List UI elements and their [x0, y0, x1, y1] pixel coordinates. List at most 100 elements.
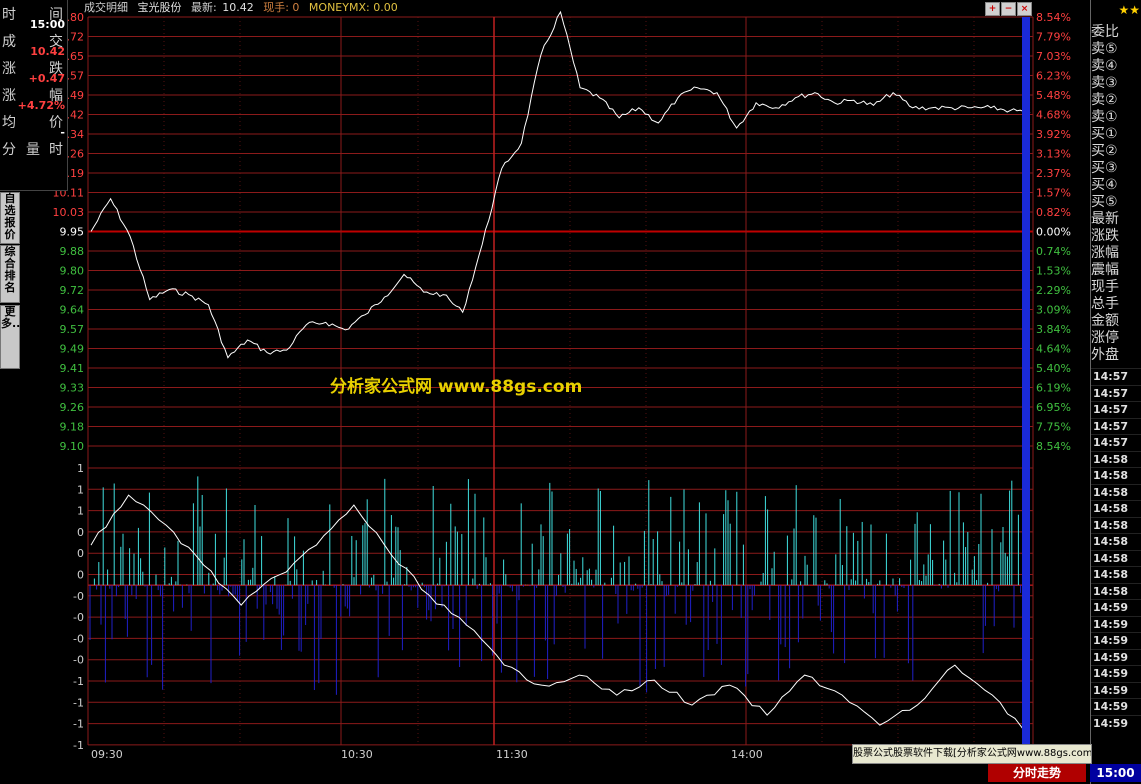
add-icon[interactable]: + — [985, 2, 1000, 16]
star-icon[interactable]: ★★ — [1118, 3, 1140, 17]
volume-tick-label: -1 — [73, 739, 84, 752]
summary-row: 量分 时 — [0, 139, 67, 161]
summary-label: 量 — [26, 142, 40, 158]
percent-tick-label: 0.82% — [1036, 206, 1071, 219]
summary-label: 时 — [2, 7, 16, 23]
detail-label: 最新 — [1091, 211, 1119, 227]
price-tick-label: 9.18 — [60, 421, 85, 434]
trade-time: 14:57 — [1091, 401, 1141, 418]
percent-tick-label: 8.54% — [1036, 440, 1071, 453]
side-tab[interactable]: 综合排名 — [0, 245, 20, 303]
trade-time: 14:59 — [1091, 698, 1141, 715]
trade-time: 14:57 — [1091, 368, 1141, 385]
time-tick-label: 09:30 — [91, 748, 123, 761]
close-icon[interactable]: × — [1017, 2, 1032, 16]
tab-trend[interactable]: 分时走势 — [988, 764, 1086, 782]
summary-value: +4.72% — [17, 99, 65, 112]
time-tick-label: 10:30 — [341, 748, 373, 761]
time-tick-label: 14:00 — [731, 748, 763, 761]
detail-label: 卖③ — [1091, 75, 1118, 91]
trade-time: 14:59 — [1091, 681, 1141, 699]
volume-tick-label: 1 — [77, 483, 84, 496]
detail-label: 卖⑤ — [1091, 41, 1118, 57]
summary-value: 15:00 — [29, 18, 65, 31]
percent-tick-label: 2.37% — [1036, 167, 1071, 180]
price-line — [90, 10, 1031, 359]
percent-tick-label: 1.57% — [1036, 187, 1071, 200]
quote-summary-panel: 时间 15:00 成交 10.42 涨跌 +0.47 涨幅 +4.72% 均价 - 量分 时 — [0, 0, 68, 191]
percent-tick-label: 6.95% — [1036, 401, 1071, 414]
trade-time: 14:58 — [1091, 483, 1141, 501]
price-tick-label: 9.72 — [60, 284, 85, 297]
volume-tick-label: -0 — [73, 590, 84, 603]
percent-tick-label: 0.00% — [1036, 226, 1071, 239]
summary-row: 成交 10.42 — [0, 31, 67, 58]
trade-time: 14:59 — [1091, 648, 1141, 666]
summary-value: - — [60, 126, 65, 139]
detail-label: 涨停 — [1091, 330, 1119, 346]
percent-tick-label: 6.23% — [1036, 70, 1071, 83]
percent-tick-label: 7.03% — [1036, 50, 1071, 63]
side-tab[interactable]: 更多... — [0, 305, 25, 369]
price-tick-label: 9.80 — [60, 265, 85, 278]
price-tick-label: 10.03 — [53, 206, 85, 219]
percent-tick-label: 3.09% — [1036, 304, 1071, 317]
side-tab[interactable]: 自选报价 — [0, 192, 20, 244]
percent-tick-label: 0.74% — [1036, 245, 1071, 258]
percent-tick-label: 7.75% — [1036, 421, 1071, 434]
detail-label: 卖② — [1091, 92, 1118, 108]
volume-tick-label: -1 — [73, 675, 84, 688]
detail-label: 卖④ — [1091, 58, 1118, 74]
detail-label: 外盘 — [1091, 347, 1119, 363]
trade-time: 14:58 — [1091, 533, 1141, 550]
detail-label: 震幅 — [1091, 262, 1119, 278]
watermark: 分析家公式网 www.88gs.com — [330, 377, 583, 397]
summary-label: 均 — [2, 115, 16, 131]
trade-time: 14:58 — [1091, 516, 1141, 534]
volume-tick-label: 1 — [77, 505, 84, 518]
summary-row: 时间 15:00 — [0, 4, 67, 31]
trade-time: 14:57 — [1091, 417, 1141, 435]
trade-time: 14:58 — [1091, 467, 1141, 484]
cursor-bar — [1022, 17, 1030, 745]
volume-tick-label: -1 — [73, 718, 84, 731]
trade-time: 14:58 — [1091, 500, 1141, 517]
summary-label: 分 — [2, 142, 16, 158]
price-tick-label: 9.33 — [60, 382, 85, 395]
trade-time: 14:57 — [1091, 384, 1141, 402]
header-indicator: MONEYMX: 0.00 — [308, 1, 398, 14]
detail-label: 委比 — [1091, 24, 1119, 40]
summary-label: 涨 — [2, 88, 16, 104]
percent-tick-label: 6.19% — [1036, 382, 1071, 395]
header-stock-name: 宝光股份 — [137, 1, 182, 14]
summary-value: +0.47 — [28, 72, 65, 85]
minimize-icon[interactable]: − — [1001, 2, 1016, 16]
header-title: 成交明细 — [84, 1, 128, 14]
summary-value: 10.42 — [30, 45, 65, 58]
percent-tick-label: 4.64% — [1036, 343, 1071, 356]
detail-label: 现手 — [1091, 279, 1119, 295]
summary-row: 均价- — [0, 112, 67, 139]
indicator-line — [90, 494, 1023, 729]
percent-tick-label: 5.48% — [1036, 89, 1071, 102]
price-tick-label: 9.41 — [60, 362, 85, 375]
price-tick-label: 9.64 — [60, 304, 85, 317]
tab-time[interactable]: 15:00 — [1090, 764, 1141, 782]
percent-tick-label: 3.13% — [1036, 148, 1071, 161]
price-tick-label: 9.26 — [60, 401, 85, 414]
price-tick-label: 9.88 — [60, 245, 85, 258]
percent-tick-label: 3.84% — [1036, 323, 1071, 336]
ad-bar[interactable]: 股票公式股票软件下载[分析家公式网www.88gs.com] — [852, 744, 1092, 764]
trade-time: 14:57 — [1091, 434, 1141, 451]
volume-tick-label: 0 — [77, 526, 84, 539]
price-tick-label: 9.57 — [60, 323, 85, 336]
percent-tick-label: 7.79% — [1036, 31, 1071, 44]
volume-tick-label: -0 — [73, 654, 84, 667]
header-current-hand: 现手: 0 — [263, 1, 300, 14]
percent-tick-label: 4.68% — [1036, 109, 1071, 122]
volume-tick-label: -1 — [73, 696, 84, 709]
trade-time: 14:59 — [1091, 615, 1141, 633]
volume-tick-label: -0 — [73, 611, 84, 624]
summary-label: 成 — [2, 34, 16, 50]
trade-time: 14:58 — [1091, 549, 1141, 567]
